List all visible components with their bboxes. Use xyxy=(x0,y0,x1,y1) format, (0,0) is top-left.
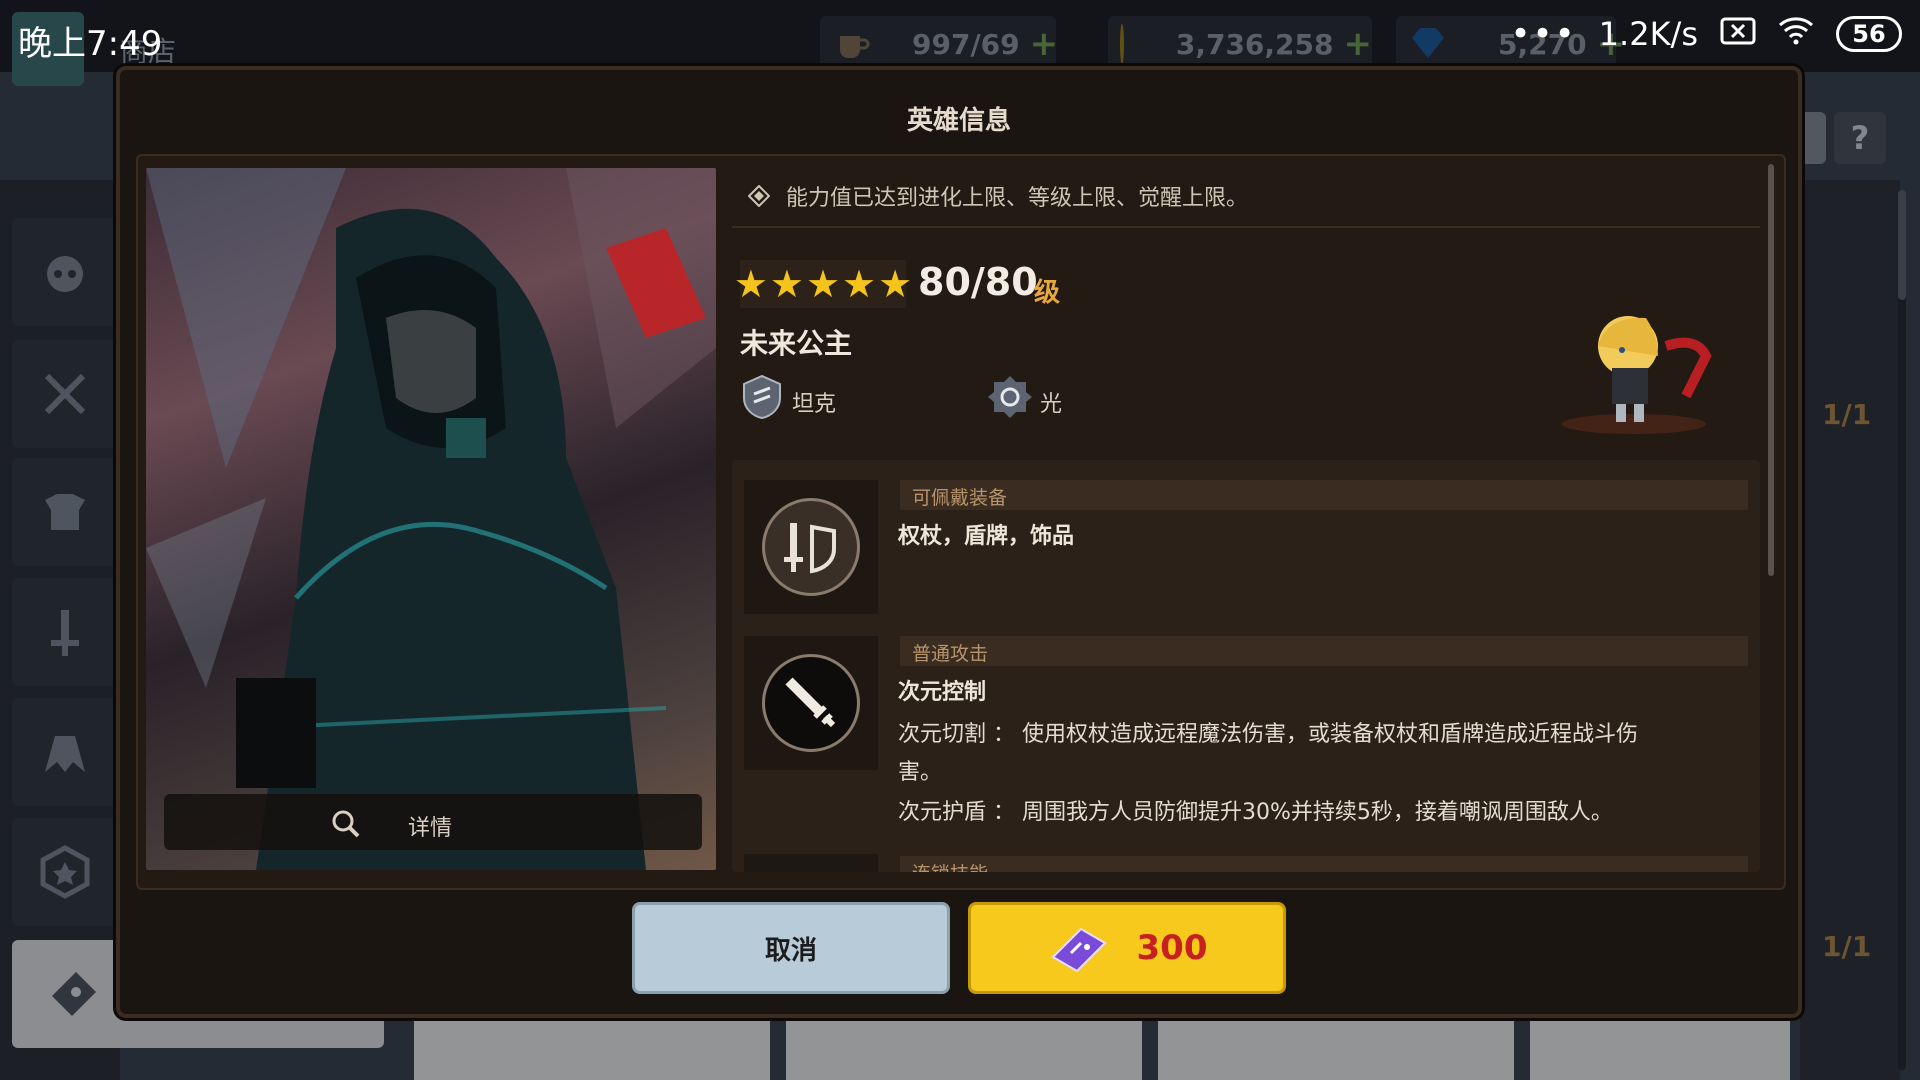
dialog-scrollbar[interactable] xyxy=(1768,164,1774,576)
skill-desc-line: 次元切割 ： 使用权杖造成远程魔法伤害，或装备权杖和盾牌造成近程战斗伤 xyxy=(898,722,1638,747)
dialog-title: 英雄信息 xyxy=(906,106,1011,136)
notice-text: 能力值已达到进化上限、等级上限、觉醒上限。 xyxy=(786,186,1249,211)
hero-portrait[interactable] xyxy=(146,168,716,870)
price-label: 300 xyxy=(1136,928,1208,968)
star-rating: ★ ★ ★ ★ ★ xyxy=(734,260,912,308)
status-icons: ••• 1.2K/s 56 xyxy=(1510,14,1902,54)
detail-label: 详情 xyxy=(408,816,453,841)
diamond-icon xyxy=(748,185,770,207)
skill-list[interactable]: 可佩戴装备 权杖，盾牌，饰品 普通攻击 次元控制 次元切割 ： 使用权杖造成远程… xyxy=(732,460,1760,872)
status-time: 晚上7:49 xyxy=(18,24,163,64)
role-label: 坦克 xyxy=(792,392,837,417)
section-header: 可佩戴装备 xyxy=(900,480,1748,510)
star-icon: ★ xyxy=(733,262,768,306)
skill-desc-line: 害。 xyxy=(898,760,943,785)
element-label: 光 xyxy=(1040,392,1063,417)
sword-shield-icon xyxy=(762,498,860,596)
skill-title: 次元控制 xyxy=(898,680,987,705)
more-dots-icon: ••• xyxy=(1510,14,1577,54)
hero-sprite xyxy=(1562,316,1712,434)
buy-button[interactable]: 300 xyxy=(968,902,1286,994)
tank-shield-icon xyxy=(743,374,781,420)
section-header: 普通攻击 xyxy=(900,636,1748,666)
magnifier-icon xyxy=(332,810,360,838)
net-speed: 1.2K/s xyxy=(1598,15,1698,53)
sim-icon xyxy=(1720,15,1756,53)
sword-icon xyxy=(762,654,860,752)
section-header: 连锁技能 xyxy=(900,856,1748,872)
section-header-label: 普通攻击 xyxy=(912,643,989,665)
divider xyxy=(732,226,1760,228)
star-icon: ★ xyxy=(769,262,804,306)
hero-name: 未来公主 xyxy=(740,327,853,360)
hooded-hero-art xyxy=(146,168,716,870)
section-header-label: 可佩戴装备 xyxy=(912,487,1008,509)
star-icon: ★ xyxy=(842,262,877,306)
star-icon: ★ xyxy=(805,262,841,306)
section-header-label: 连锁技能 xyxy=(912,859,988,872)
cancel-button[interactable]: 取消 xyxy=(632,902,950,994)
skill-desc-line: 次元护盾 ： 周围我方人员防御提升30%并持续5秒，接着嘲讽周围敌人。 xyxy=(898,800,1613,825)
attack-icon-cell xyxy=(744,636,878,770)
chain-skill-icon-cell xyxy=(744,854,878,872)
hero-level: 80/80 xyxy=(918,260,1038,304)
battery-icon: 56 xyxy=(1836,16,1902,52)
ticket-icon xyxy=(1050,927,1107,973)
wifi-icon xyxy=(1778,15,1814,53)
light-gear-icon xyxy=(988,376,1032,418)
level-unit: 级 xyxy=(1034,278,1061,308)
equipment-list: 权杖，盾牌，饰品 xyxy=(898,524,1075,549)
max-notice: 能力值已达到进化上限、等级上限、觉醒上限。 xyxy=(748,180,1248,212)
equipment-icon-cell xyxy=(744,480,878,614)
star-icon: ★ xyxy=(878,262,913,306)
